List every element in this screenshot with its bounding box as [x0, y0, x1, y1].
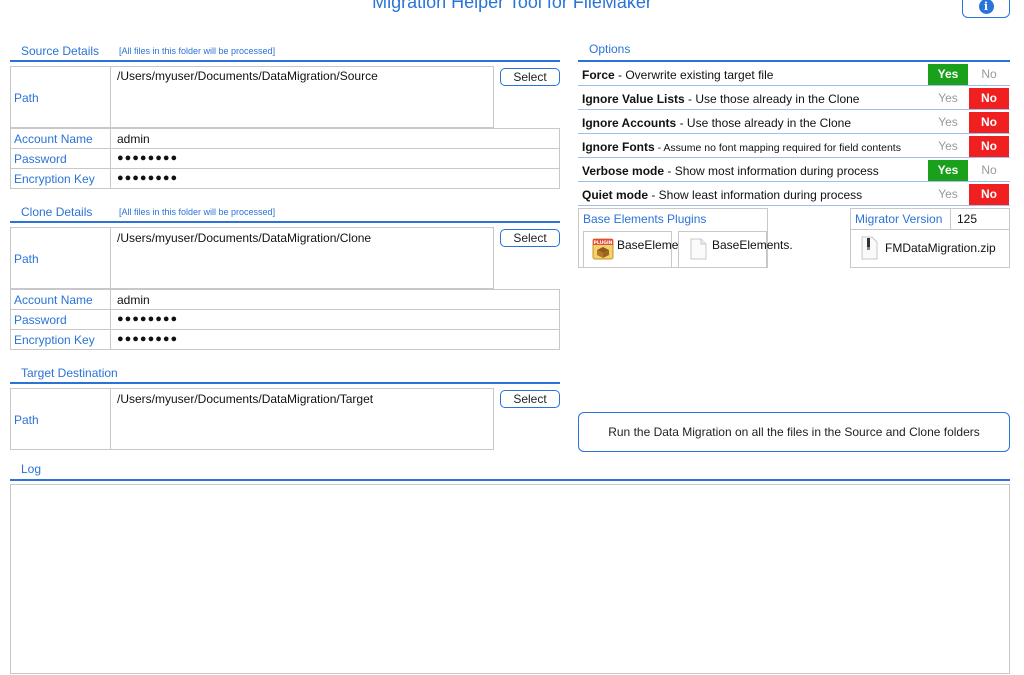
- source-path-label: Path: [14, 91, 39, 105]
- clone-password-field[interactable]: ●●●●●●●●: [117, 313, 178, 325]
- source-key-field[interactable]: ●●●●●●●●: [117, 172, 178, 184]
- target-section-title: Target Destination: [21, 366, 118, 380]
- option-force-yes[interactable]: Yes: [928, 64, 968, 85]
- divider: [10, 168, 560, 169]
- option-ignore-value-lists-name: Ignore Value Lists: [582, 92, 685, 106]
- option-force-text: Force - Overwrite existing target file: [582, 68, 773, 82]
- option-ignore-accounts-no[interactable]: No: [969, 112, 1009, 133]
- clone-key-field[interactable]: ●●●●●●●●: [117, 333, 178, 345]
- clone-section-note: [All files in this folder will be proces…: [119, 207, 276, 217]
- run-migration-button[interactable]: Run the Data Migration on all the files …: [578, 412, 1010, 452]
- option-ignore-value-lists-no[interactable]: No: [969, 88, 1009, 109]
- option-quiet-mode-desc: - Show least information during process: [648, 188, 863, 202]
- divider: [10, 329, 560, 330]
- option-ignore-accounts-yes[interactable]: Yes: [928, 112, 968, 133]
- divider: [110, 289, 111, 350]
- target-section-divider: [10, 382, 560, 384]
- target-path-label: Path: [14, 413, 39, 427]
- option-force-name: Force: [582, 68, 615, 82]
- divider: [110, 128, 111, 189]
- source-account-field[interactable]: admin: [117, 132, 150, 146]
- option-ignore-fonts-text: Ignore Fonts - Assume no font mapping re…: [582, 140, 901, 154]
- divider: [110, 66, 111, 128]
- clone-section-title: Clone Details: [21, 205, 93, 219]
- clone-account-label: Account Name: [14, 293, 93, 307]
- source-section-title: Source Details: [21, 44, 100, 58]
- option-ignore-fonts-name: Ignore Fonts: [582, 140, 655, 154]
- option-ignore-fonts-desc: - Assume no font mapping required for fi…: [654, 142, 901, 154]
- log-textarea[interactable]: [10, 484, 1010, 674]
- option-ignore-fonts-no[interactable]: No: [969, 136, 1009, 157]
- divider: [110, 388, 111, 450]
- option-ignore-accounts-desc: - Use those already in the Clone: [676, 116, 851, 130]
- plugins-title: Base Elements Plugins: [583, 212, 707, 226]
- option-verbose-mode-no[interactable]: No: [969, 160, 1009, 181]
- option-row-ignore-accounts: Ignore Accounts - Use those already in t…: [578, 112, 1010, 134]
- migrator-version-value: 125: [957, 212, 978, 226]
- plugin-package-icon-label: PLUGIN: [594, 240, 613, 246]
- plugin-package-icon: PLUGIN: [592, 238, 614, 260]
- option-row-force: Force - Overwrite existing target file Y…: [578, 64, 1010, 86]
- option-ignore-accounts-text: Ignore Accounts - Use those already in t…: [582, 116, 851, 130]
- option-ignore-value-lists-yes[interactable]: Yes: [928, 88, 968, 109]
- log-section-divider: [10, 479, 1010, 481]
- option-force-no[interactable]: No: [969, 64, 1009, 85]
- source-key-label: Encryption Key: [14, 172, 95, 186]
- plugins-panel: Base Elements Plugins PLUGIN BaseElement…: [578, 208, 793, 268]
- divider: [950, 209, 951, 229]
- options-section-title: Options: [589, 42, 631, 56]
- divider: [10, 309, 560, 310]
- option-verbose-mode-yes[interactable]: Yes: [928, 160, 968, 181]
- info-icon: i: [978, 0, 994, 14]
- option-quiet-mode-name: Quiet mode: [582, 188, 649, 202]
- option-row-verbose-mode: Verbose mode - Show most information dur…: [578, 160, 1010, 182]
- target-select-button[interactable]: Select: [500, 390, 560, 408]
- clone-section-divider: [10, 221, 560, 223]
- divider: [110, 227, 111, 289]
- option-force-desc: - Overwrite existing target file: [614, 68, 774, 82]
- clone-password-label: Password: [14, 313, 67, 327]
- plugin-tile-windows[interactable]: BaseElements.: [678, 231, 793, 268]
- option-verbose-mode-text: Verbose mode - Show most information dur…: [582, 164, 879, 178]
- target-path-field[interactable]: /Users/myuser/Documents/DataMigration/Ta…: [117, 392, 373, 406]
- options-section-divider: [578, 60, 1010, 62]
- option-ignore-value-lists-desc: - Use those already in the Clone: [684, 92, 860, 106]
- migrator-file-name: FMDataMigration.zip: [885, 241, 996, 255]
- option-ignore-accounts-name: Ignore Accounts: [582, 116, 677, 130]
- clone-path-label: Path: [14, 252, 39, 266]
- zip-file-icon: [861, 236, 878, 260]
- option-quiet-mode-yes[interactable]: Yes: [928, 184, 968, 205]
- divider: [10, 148, 560, 149]
- log-section-title: Log: [21, 462, 42, 476]
- migrator-version-panel: Migrator Version 125 FMDataMigration.zip: [850, 208, 1010, 268]
- option-ignore-fonts-yes[interactable]: Yes: [928, 136, 968, 157]
- source-account-label: Account Name: [14, 132, 93, 146]
- option-verbose-mode-name: Verbose mode: [582, 164, 665, 178]
- option-verbose-mode-desc: - Show most information during process: [664, 164, 879, 178]
- plugin-name: BaseElements.: [617, 238, 698, 252]
- app-title: Migration Helper Tool for FileMaker: [372, 0, 652, 12]
- file-icon: [690, 238, 707, 260]
- source-password-label: Password: [14, 152, 67, 166]
- clone-path-field[interactable]: /Users/myuser/Documents/DataMigration/Cl…: [117, 231, 371, 245]
- clone-account-field[interactable]: admin: [117, 293, 150, 307]
- divider: [851, 229, 1009, 230]
- option-quiet-mode-text: Quiet mode - Show least information duri…: [582, 188, 862, 202]
- source-select-button[interactable]: Select: [500, 68, 560, 86]
- option-ignore-value-lists-text: Ignore Value Lists - Use those already i…: [582, 92, 859, 106]
- source-section-note: [All files in this folder will be proces…: [119, 46, 276, 56]
- plugin-tile-macos[interactable]: PLUGIN BaseElements.: [583, 231, 698, 268]
- migrator-version-label: Migrator Version: [855, 212, 943, 226]
- clone-key-label: Encryption Key: [14, 333, 95, 347]
- option-quiet-mode-no[interactable]: No: [969, 184, 1009, 205]
- source-section-divider: [10, 60, 560, 62]
- source-password-field[interactable]: ●●●●●●●●: [117, 152, 178, 164]
- option-row-quiet-mode: Quiet mode - Show least information duri…: [578, 184, 1010, 206]
- option-row-ignore-value-lists: Ignore Value Lists - Use those already i…: [578, 88, 1010, 110]
- option-row-ignore-fonts: Ignore Fonts - Assume no font mapping re…: [578, 136, 1010, 158]
- plugin-name: BaseElements.: [712, 238, 793, 252]
- source-path-field[interactable]: /Users/myuser/Documents/DataMigration/So…: [117, 69, 378, 83]
- clone-select-button[interactable]: Select: [500, 229, 560, 247]
- info-button[interactable]: i: [962, 0, 1010, 18]
